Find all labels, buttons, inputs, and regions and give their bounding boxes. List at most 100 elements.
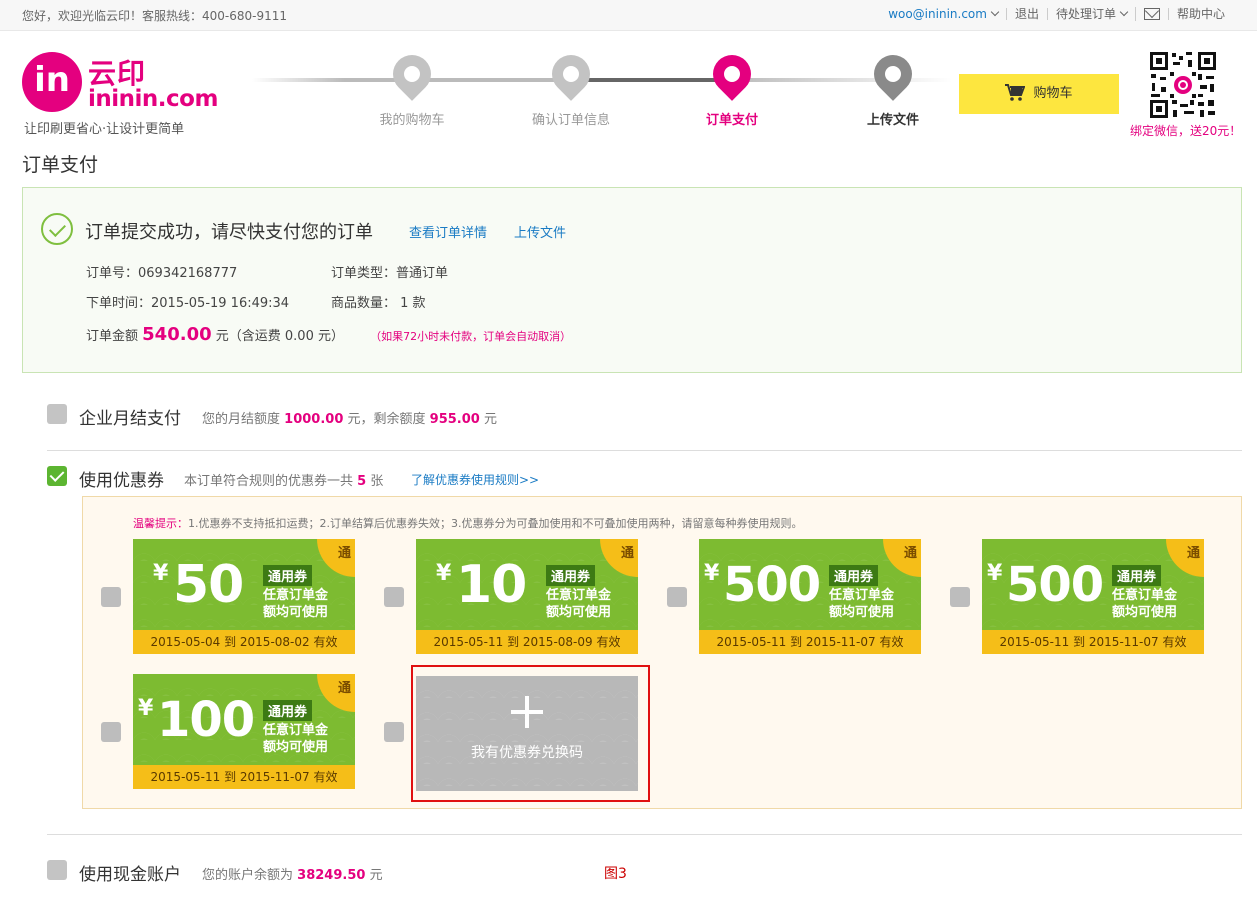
- coupon-select-checkbox[interactable]: [384, 587, 404, 607]
- help-center-link[interactable]: 帮助中心: [1167, 8, 1233, 20]
- order-number: 订单号：069342168777: [86, 266, 238, 281]
- currency-symbol: ¥: [153, 561, 169, 586]
- coupon-validity: 2015-05-04 到 2015-08-02 有效: [133, 630, 355, 654]
- coupon-desc: 任意订单金 额均可使用: [546, 587, 611, 621]
- location-pin-icon: [866, 47, 920, 101]
- step-label: 确认订单信息: [531, 113, 610, 128]
- location-pin-icon: [385, 47, 439, 101]
- highlight-frame: [411, 665, 650, 802]
- coupon-desc-line: 任意订单金: [1112, 588, 1178, 603]
- coupon-desc-line: 任意订单金: [546, 588, 612, 603]
- corner-text: 通: [1186, 546, 1200, 561]
- location-pin-icon: [544, 47, 598, 101]
- page-title: 订单支付: [22, 154, 99, 176]
- coupon-desc-line: 额均可使用: [263, 740, 329, 755]
- corner-text: 通: [903, 546, 917, 561]
- cash-account-checkbox[interactable]: [47, 860, 67, 880]
- coupon-option-title: 使用优惠券: [79, 471, 164, 491]
- coupon-value: 500: [723, 557, 821, 613]
- corner-text: 通: [337, 546, 351, 561]
- welcome-text: 您好，欢迎光临云印！客服热线：400-680-9111: [22, 9, 288, 23]
- site-logo[interactable]: in 云印 ininin.com 让印刷更省心·让设计更简单: [22, 50, 222, 140]
- cart-button[interactable]: 购物车: [959, 74, 1119, 114]
- coupon-card[interactable]: 通 ¥ 10 通用券 任意订单金 额均可使用 2015-05-11 到 2015-…: [416, 539, 638, 654]
- order-amount-row: 订单金额 540.00 元（含运费 0.00 元） （如果72小时未付款，订单会…: [86, 324, 571, 345]
- chevron-down-icon: [1119, 7, 1129, 17]
- coupon-checkbox[interactable]: [47, 466, 67, 486]
- redeem-code-checkbox[interactable]: [384, 722, 404, 742]
- corner-text: 通: [620, 546, 634, 561]
- currency-symbol: ¥: [704, 561, 720, 586]
- account-email: woo@ininin.com: [888, 7, 987, 21]
- coupon-desc-line: 任意订单金: [263, 588, 329, 603]
- divider: [47, 450, 1242, 451]
- top-bar: 您好，欢迎光临云印！客服热线：400-680-9111 woo@ininin.c…: [0, 0, 1257, 31]
- coupon-card[interactable]: 通 ¥ 50 通用券 任意订单金 额均可使用 2015-05-04 到 2015-…: [133, 539, 355, 654]
- checkout-steps: 我的购物车 确认订单信息 订单支付 上传文件: [252, 47, 952, 135]
- tip-head: 温馨提示：: [133, 517, 188, 530]
- coupon-select-checkbox[interactable]: [101, 722, 121, 742]
- pending-orders-menu[interactable]: 待处理订单: [1046, 7, 1135, 21]
- divider: [47, 834, 1242, 835]
- coupon-desc-line: 额均可使用: [263, 605, 329, 620]
- qr-note: 绑定微信，送20元！: [1130, 124, 1242, 138]
- coupon-desc: 任意订单金额均可使用: [263, 587, 328, 621]
- coupon-card[interactable]: 通 ¥ 500 通用券 任意订单金额均可使用 2015-05-11 到 2015…: [699, 539, 921, 654]
- logout-link[interactable]: 退出: [1005, 8, 1047, 20]
- coupon-select-checkbox[interactable]: [101, 587, 121, 607]
- cash-account-title: 使用现金账户: [79, 865, 181, 885]
- cash-balance-note: 您的账户余额为 38249.50 元: [202, 864, 383, 883]
- message-link[interactable]: [1134, 7, 1168, 21]
- coupon-tip: 温馨提示：1.优惠券不支持抵扣运费；2.订单结算后优惠券失效；3.优惠券分为可叠…: [133, 515, 802, 531]
- order-amount-label: 订单金额: [86, 329, 139, 344]
- coupon-value: 10: [456, 555, 527, 615]
- coupon-desc: 任意订单金额均可使用: [1112, 587, 1177, 621]
- coupon-validity: 2015-05-11 到 2015-11-07 有效: [699, 630, 921, 654]
- mail-icon: [1143, 8, 1160, 20]
- coupon-validity: 2015-05-11 到 2015-11-07 有效: [982, 630, 1204, 654]
- figure-label: 图3: [604, 866, 627, 882]
- cart-icon: [1005, 83, 1026, 101]
- corner-text: 通: [337, 681, 351, 696]
- enterprise-payment-note: 您的月结额度 1000.00 元，剩余额度 955.00 元: [202, 408, 497, 427]
- coupon-rules-link[interactable]: 了解优惠券使用规则>>: [411, 471, 539, 488]
- remaining-limit: 955.00: [429, 412, 480, 427]
- currency-symbol: ¥: [138, 696, 154, 721]
- location-pin-icon: [705, 47, 759, 101]
- coupon-card[interactable]: 通 ¥ 100 通用券 任意订单金 额均可使用 2015-05-11 到 2015…: [133, 674, 355, 789]
- coupon-card[interactable]: 通 ¥ 500 通用券 任意订单金额均可使用 2015-05-11 到 2015…: [982, 539, 1204, 654]
- upload-file-link[interactable]: 上传文件: [514, 222, 566, 241]
- step-label: 上传文件: [866, 113, 919, 128]
- account-email-menu[interactable]: woo@ininin.com: [880, 7, 1006, 21]
- note-text: 元: [483, 412, 497, 427]
- note-text: 您的账户余额为: [202, 868, 294, 883]
- coupon-desc-line: 额均可使用: [829, 605, 895, 620]
- note-text: 元: [369, 868, 383, 883]
- coupon-tag: 通用券: [263, 700, 313, 721]
- note-text: 本订单符合规则的优惠券一共: [184, 474, 354, 489]
- wechat-qr-code: [1148, 50, 1218, 120]
- coupon-select-checkbox[interactable]: [667, 587, 687, 607]
- currency-symbol: ¥: [987, 561, 1003, 586]
- step-label: 我的购物车: [379, 113, 445, 128]
- step-label: 订单支付: [705, 113, 758, 128]
- chevron-down-icon: [990, 7, 1000, 17]
- view-order-detail-link[interactable]: 查看订单详情: [409, 222, 487, 241]
- order-quantity: 商品数量： 1 款: [331, 296, 426, 311]
- order-amount: 540.00: [142, 324, 212, 345]
- coupon-desc: 任意订单金额均可使用: [829, 587, 894, 621]
- coupon-desc-line: 额均可使用: [1112, 605, 1178, 620]
- logo-mark: in: [22, 52, 82, 112]
- coupon-value: 500: [1006, 557, 1104, 613]
- coupon-tag: 通用券: [1112, 565, 1162, 586]
- logo-en: ininin.com: [88, 86, 218, 112]
- coupon-value: 50: [173, 555, 244, 615]
- enterprise-payment-checkbox[interactable]: [47, 404, 67, 424]
- coupon-tag: 通用券: [829, 565, 879, 586]
- pending-orders-label: 待处理订单: [1055, 7, 1116, 21]
- coupon-select-checkbox[interactable]: [950, 587, 970, 607]
- coupon-desc-line: 任意订单金: [829, 588, 895, 603]
- coupon-value: 100: [157, 692, 255, 748]
- success-check-icon: [41, 213, 73, 245]
- coupon-validity: 2015-05-11 到 2015-11-07 有效: [133, 765, 355, 789]
